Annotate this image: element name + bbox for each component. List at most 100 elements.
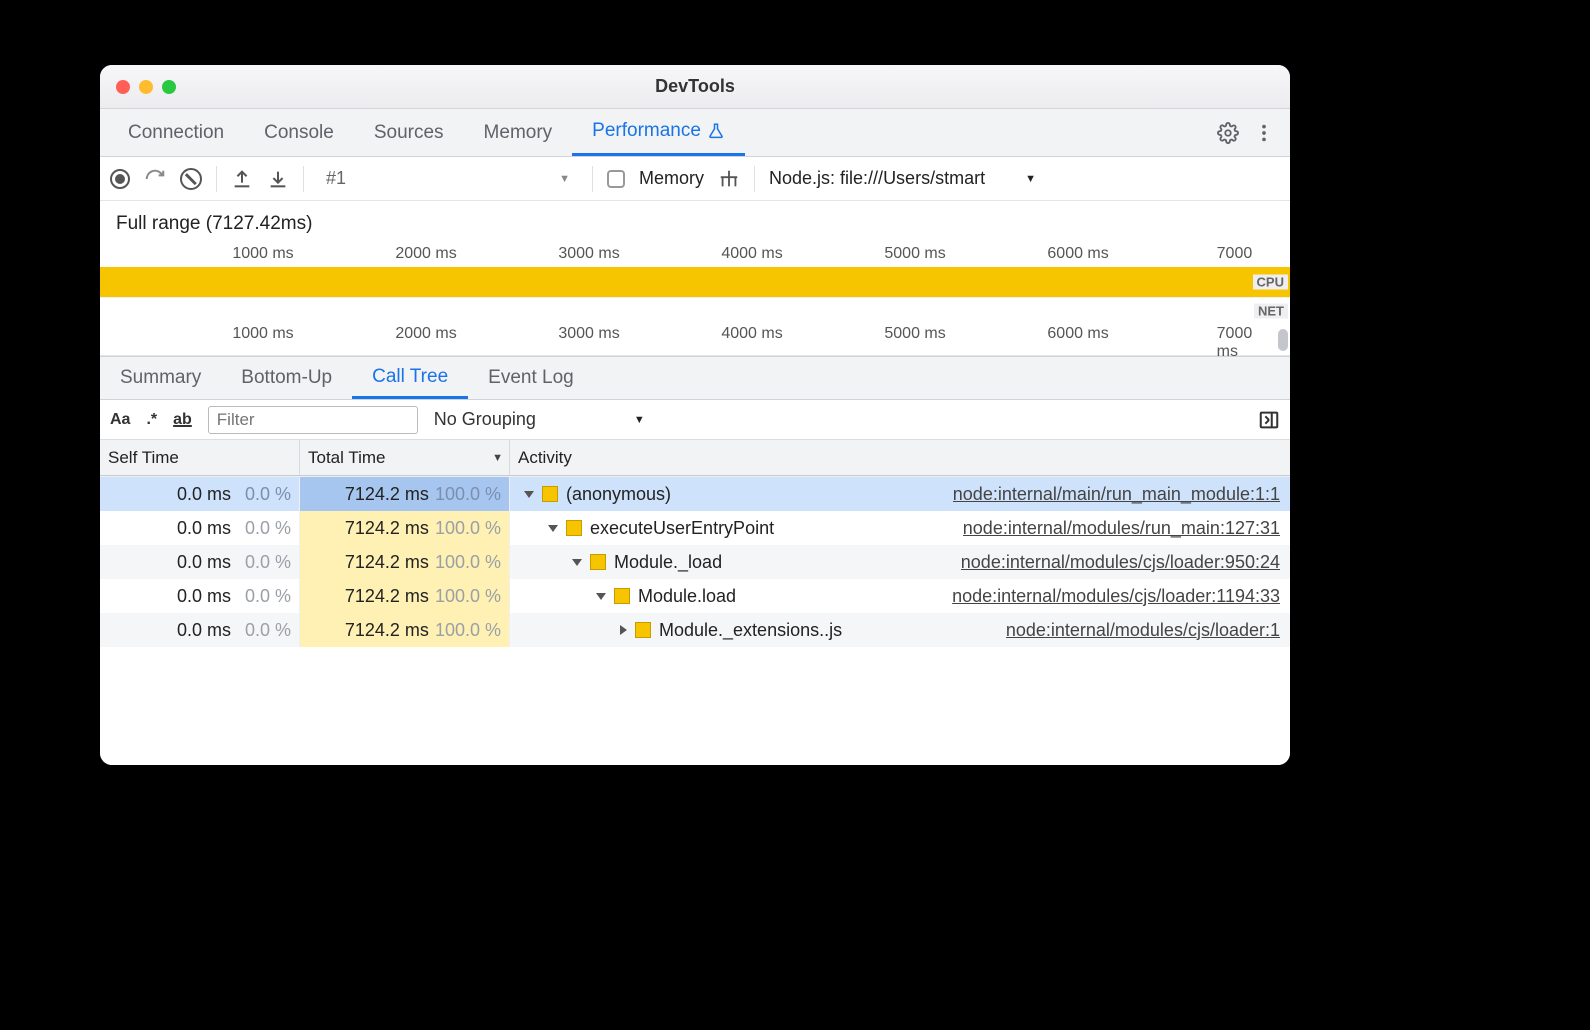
separator <box>754 166 755 192</box>
flask-icon <box>707 122 725 140</box>
grouping-label: No Grouping <box>434 409 536 430</box>
garbage-collect-icon[interactable] <box>718 168 740 190</box>
activity-name: Module._extensions..js <box>659 620 842 641</box>
self-time-pct: 0.0 % <box>245 518 291 539</box>
clear-button[interactable] <box>180 168 202 190</box>
activity-source-link[interactable]: node:internal/main/run_main_module:1:1 <box>953 484 1280 505</box>
self-time-pct: 0.0 % <box>245 586 291 607</box>
grouping-select[interactable]: No Grouping ▼ <box>434 409 655 430</box>
minimize-window-icon[interactable] <box>139 80 153 94</box>
subtab-bottom-up[interactable]: Bottom-Up <box>221 357 352 399</box>
table-row[interactable]: 0.0 ms0.0 %7124.2 ms100.0 %Module._exten… <box>100 613 1290 647</box>
filter-input[interactable] <box>208 406 418 434</box>
chevron-down-icon[interactable] <box>572 559 582 566</box>
self-time-value: 0.0 ms <box>177 518 231 539</box>
total-time-pct: 100.0 % <box>435 620 501 641</box>
separator <box>303 166 304 192</box>
self-time-value: 0.0 ms <box>177 552 231 573</box>
net-track[interactable]: NET <box>100 297 1290 323</box>
recording-select[interactable]: #1 ▼ <box>318 164 578 194</box>
chevron-down-icon[interactable] <box>548 525 558 532</box>
sort-desc-icon: ▼ <box>492 452 503 464</box>
reload-icon[interactable] <box>144 168 166 190</box>
ruler-tick: 5000 ms <box>884 325 945 343</box>
cpu-track[interactable]: CPU <box>100 267 1290 297</box>
chevron-down-icon[interactable] <box>524 491 534 498</box>
window-title: DevTools <box>100 76 1290 97</box>
subtab-summary[interactable]: Summary <box>100 357 221 399</box>
self-time-value: 0.0 ms <box>177 586 231 607</box>
more-button[interactable] <box>1246 109 1282 156</box>
chevron-down-icon: ▼ <box>1025 173 1036 185</box>
ruler-tick: 3000 ms <box>558 245 619 263</box>
ruler-tick: 5000 ms <box>884 245 945 263</box>
total-time-pct: 100.0 % <box>435 552 501 573</box>
table-row[interactable]: 0.0 ms0.0 %7124.2 ms100.0 %Module._loadn… <box>100 545 1290 579</box>
table-row[interactable]: 0.0 ms0.0 %7124.2 ms100.0 %executeUserEn… <box>100 511 1290 545</box>
net-label: NET <box>1254 303 1288 318</box>
grid-body[interactable]: 0.0 ms0.0 %7124.2 ms100.0 %(anonymous)no… <box>100 476 1290 765</box>
whole-word-toggle[interactable]: ab <box>173 411 192 429</box>
activity-source-link[interactable]: node:internal/modules/cjs/loader:1 <box>1006 620 1280 641</box>
activity-source-link[interactable]: node:internal/modules/cjs/loader:1194:33 <box>952 586 1280 607</box>
subtab-event-log[interactable]: Event Log <box>468 357 594 399</box>
detail-ruler[interactable]: 1000 ms2000 ms3000 ms4000 ms5000 ms6000 … <box>100 325 1290 355</box>
total-time-value: 7124.2 ms <box>345 518 429 539</box>
subtab-call-tree[interactable]: Call Tree <box>352 357 468 399</box>
table-row[interactable]: 0.0 ms0.0 %7124.2 ms100.0 %Module.loadno… <box>100 579 1290 613</box>
tab-sources[interactable]: Sources <box>354 109 464 156</box>
gear-icon <box>1217 122 1239 144</box>
timeline-scroll-thumb[interactable] <box>1278 329 1288 351</box>
ruler-tick: 7000 ms <box>1217 325 1266 361</box>
memory-checkbox[interactable] <box>607 170 625 188</box>
case-toggle[interactable]: Aa <box>110 411 130 429</box>
activity-source-link[interactable]: node:internal/modules/cjs/loader:950:24 <box>961 552 1280 573</box>
total-time-value: 7124.2 ms <box>345 586 429 607</box>
cpu-label: CPU <box>1253 275 1288 290</box>
upload-icon[interactable] <box>231 168 253 190</box>
maximize-window-icon[interactable] <box>162 80 176 94</box>
ruler-tick: 2000 ms <box>395 325 456 343</box>
activity-color-swatch <box>566 520 582 536</box>
activity-name: executeUserEntryPoint <box>590 518 774 539</box>
col-self-time[interactable]: Self Time <box>100 440 300 475</box>
record-dot-icon <box>115 174 125 184</box>
col-total-time[interactable]: Total Time▼ <box>300 440 510 475</box>
download-icon[interactable] <box>267 168 289 190</box>
chevron-down-icon: ▼ <box>634 414 645 426</box>
total-time-pct: 100.0 % <box>435 484 501 505</box>
total-time-pct: 100.0 % <box>435 586 501 607</box>
record-button[interactable] <box>110 169 130 189</box>
activity-name: Module._load <box>614 552 722 573</box>
range-label: Full range (7127.42ms) <box>100 213 1290 235</box>
memory-label: Memory <box>639 168 704 189</box>
tab-memory[interactable]: Memory <box>464 109 573 156</box>
chevron-down-icon[interactable] <box>596 593 606 600</box>
context-select[interactable]: Node.js: file:///Users/stmart ▼ <box>769 168 1036 189</box>
timeline-overview[interactable]: Full range (7127.42ms) 1000 ms2000 ms300… <box>100 201 1290 356</box>
activity-source-link[interactable]: node:internal/modules/run_main:127:31 <box>963 518 1280 539</box>
ruler-tick: 3000 ms <box>558 325 619 343</box>
panel-tabs: ConnectionConsoleSourcesMemoryPerformanc… <box>100 109 1290 157</box>
context-label: Node.js: file:///Users/stmart <box>769 168 985 189</box>
chevron-down-icon: ▼ <box>559 173 570 185</box>
perf-toolbar: #1 ▼ Memory Node.js: file:///Users/stmar… <box>100 157 1290 201</box>
regex-toggle[interactable]: .* <box>146 411 157 429</box>
titlebar: DevTools <box>100 65 1290 109</box>
table-row[interactable]: 0.0 ms0.0 %7124.2 ms100.0 %(anonymous)no… <box>100 477 1290 511</box>
tab-connection[interactable]: Connection <box>108 109 244 156</box>
self-time-pct: 0.0 % <box>245 620 291 641</box>
settings-button[interactable] <box>1210 109 1246 156</box>
tab-performance[interactable]: Performance <box>572 109 745 156</box>
close-window-icon[interactable] <box>116 80 130 94</box>
ruler-tick: 6000 ms <box>1047 245 1108 263</box>
col-activity[interactable]: Activity <box>510 440 1290 475</box>
ruler-tick: 4000 ms <box>721 245 782 263</box>
ruler-tick: 6000 ms <box>1047 325 1108 343</box>
traffic-lights <box>100 80 176 94</box>
activity-color-swatch <box>635 622 651 638</box>
self-time-value: 0.0 ms <box>177 484 231 505</box>
chevron-right-icon[interactable] <box>620 625 627 635</box>
toggle-sidebar-icon[interactable] <box>1258 409 1280 431</box>
tab-console[interactable]: Console <box>244 109 354 156</box>
